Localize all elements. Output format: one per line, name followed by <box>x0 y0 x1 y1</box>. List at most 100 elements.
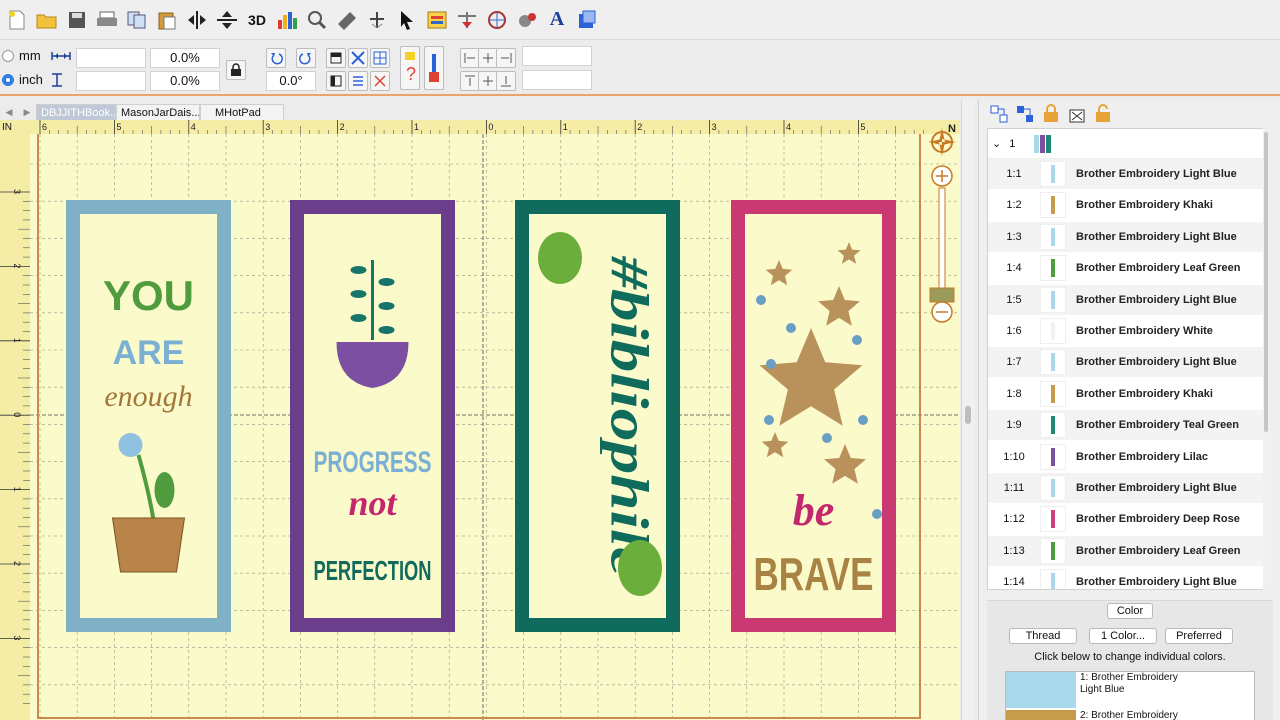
paste-icon[interactable] <box>154 7 180 33</box>
thread-spool-button[interactable] <box>424 46 444 90</box>
measure-icon[interactable] <box>334 7 360 33</box>
unlock-layer-icon[interactable] <box>1093 104 1113 124</box>
layer-color-swatch <box>1051 447 1055 466</box>
one-color-button[interactable]: 1 Color... <box>1089 628 1157 644</box>
layer-row[interactable]: 1:6 Brother Embroidery White <box>988 316 1266 346</box>
select-arrow-icon[interactable] <box>394 7 420 33</box>
rotate-right-icon <box>299 53 311 65</box>
width-percent-field[interactable]: 0.0% <box>150 48 220 68</box>
3d-view-icon[interactable]: 3D <box>244 7 270 33</box>
layer-row-id: 1:13 <box>1003 544 1025 557</box>
tab-scroll-left-icon[interactable]: ◀ <box>0 104 18 120</box>
settings-icon[interactable] <box>514 7 540 33</box>
layer-row[interactable]: 1:13 Brother Embroidery Leaf Green <box>988 535 1266 566</box>
copy-icon[interactable] <box>124 7 150 33</box>
layer-row-name: Brother Embroidery Deep Rose <box>1076 513 1240 526</box>
rotate-right-button[interactable] <box>296 48 316 68</box>
fit-center-button[interactable] <box>348 48 368 68</box>
layer-row[interactable]: 1:4 Brother Embroidery Leaf Green <box>988 253 1266 283</box>
lock-ratio-button[interactable] <box>226 60 246 80</box>
align-right-edge-button[interactable] <box>496 48 516 68</box>
align-top-edge-button[interactable] <box>460 71 480 91</box>
layer-row[interactable]: 1:7 Brother Embroidery Light Blue <box>988 347 1266 378</box>
height-percent-field[interactable]: 0.0% <box>150 71 220 91</box>
center-button[interactable] <box>370 48 390 68</box>
collapse-all-icon[interactable] <box>1015 104 1035 124</box>
unit-inch-option[interactable]: inch <box>2 72 63 87</box>
scroll-thumb[interactable] <box>965 406 971 424</box>
bookmark-design[interactable]: PROGRESS not PERFECTION <box>290 200 455 632</box>
compass-icon[interactable]: N <box>926 120 960 160</box>
bookmark-design[interactable]: #bibliophile <box>515 200 680 632</box>
print-icon[interactable] <box>94 7 120 33</box>
wizard-icon[interactable] <box>574 7 600 33</box>
tab-document-2[interactable]: MasonJarDais... <box>116 104 200 120</box>
layer-row[interactable]: 1:9 Brother Embroidery Teal Green <box>988 410 1266 441</box>
grid-tool-icon[interactable] <box>484 7 510 33</box>
layer-row[interactable]: 1:3 Brother Embroidery Light Blue <box>988 221 1266 252</box>
extra-field-2[interactable] <box>522 70 592 90</box>
layer-row[interactable]: 1:8 Brother Embroidery Khaki <box>988 379 1266 409</box>
zoom-handle[interactable] <box>929 287 955 303</box>
width-field[interactable] <box>76 48 146 68</box>
distribute-button[interactable] <box>348 71 368 91</box>
open-folder-icon[interactable] <box>34 7 60 33</box>
layer-row[interactable]: 1:14 Brother Embroidery Light Blue <box>988 567 1266 589</box>
tab-scroll-right-icon[interactable]: ▶ <box>18 104 36 120</box>
layer-row[interactable]: 1:2 Brother Embroidery Khaki <box>988 190 1266 220</box>
tab-document-1[interactable]: DBJJITHBook... <box>36 104 116 120</box>
new-file-icon[interactable] <box>4 7 30 33</box>
color-swatch-item[interactable]: 2: Brother Embroidery <box>1006 710 1252 720</box>
align-left-edge-button[interactable] <box>460 48 480 68</box>
bookmark-design[interactable]: be BRAVE <box>731 200 896 632</box>
expand-all-icon[interactable] <box>989 104 1009 124</box>
align-center-v-button[interactable] <box>478 71 498 91</box>
align-center-h-button[interactable] <box>478 48 498 68</box>
zoom-icon[interactable] <box>304 7 330 33</box>
layer-row[interactable]: 1:11 Brother Embroidery Light Blue <box>988 473 1266 503</box>
color-header-button[interactable]: Color <box>1107 603 1153 619</box>
layer-row[interactable]: 1:10 Brother Embroidery Lilac <box>988 442 1266 472</box>
layer-row[interactable]: 1:1 Brother Embroidery Light Blue <box>988 159 1266 189</box>
mm-radio[interactable] <box>2 49 14 62</box>
design-text: enough <box>104 380 192 413</box>
thread-button[interactable]: Thread <box>1009 628 1077 644</box>
layer-row[interactable]: 1:5 Brother Embroidery Light Blue <box>988 284 1266 315</box>
rotate-left-button[interactable] <box>266 48 286 68</box>
layer-row[interactable]: 1:12 Brother Embroidery Deep Rose <box>988 504 1266 534</box>
rotation-field[interactable]: 0.0° <box>266 71 316 91</box>
tab-document-3[interactable]: MHotPad <box>200 104 284 120</box>
group-button[interactable] <box>370 71 390 91</box>
canvas-vertical-scrollbar[interactable] <box>961 100 975 720</box>
stitch-player-icon[interactable] <box>364 7 390 33</box>
chevron-down-icon[interactable]: ⌄ <box>992 137 1001 150</box>
unit-mm-option[interactable]: mm <box>2 48 71 63</box>
layer-group[interactable]: ⌄ 1 <box>988 129 1268 159</box>
text-icon[interactable]: A <box>544 7 570 33</box>
zoom-slider[interactable] <box>928 164 956 324</box>
mirror-vertical-icon[interactable] <box>214 7 240 33</box>
image-icon[interactable] <box>424 7 450 33</box>
inch-radio[interactable] <box>2 73 14 86</box>
bookmark-design[interactable]: YOU ARE enough <box>66 200 231 632</box>
design-canvas[interactable]: YOU ARE enough PROGRESS not PERFECTION #biblio… <box>0 120 960 720</box>
align-bottom-edge-button[interactable] <box>496 71 516 91</box>
save-icon[interactable] <box>64 7 90 33</box>
design-tool-icon[interactable] <box>454 7 480 33</box>
extra-field-1[interactable] <box>522 46 592 66</box>
mirror-horizontal-icon[interactable] <box>184 7 210 33</box>
stitch-chart-icon[interactable] <box>274 7 300 33</box>
layer-thumbnail <box>1040 318 1066 344</box>
align-top-button[interactable] <box>326 48 346 68</box>
align-left-button[interactable] <box>326 71 346 91</box>
height-field[interactable] <box>76 71 146 91</box>
thread-change-button[interactable]: ? <box>400 46 420 90</box>
layer-scroll-thumb[interactable] <box>1264 132 1268 432</box>
layer-row-id: 1:9 <box>1006 419 1022 432</box>
lock-layer-icon[interactable] <box>1041 104 1061 124</box>
layer-list-scrollbar[interactable] <box>1263 128 1269 590</box>
preferred-button[interactable]: Preferred <box>1165 628 1233 644</box>
color-swatch-item[interactable]: 1: Brother Embroidery Light Blue <box>1006 672 1252 708</box>
layer-color-swatch <box>1051 196 1055 215</box>
delete-layer-icon[interactable] <box>1067 104 1087 124</box>
